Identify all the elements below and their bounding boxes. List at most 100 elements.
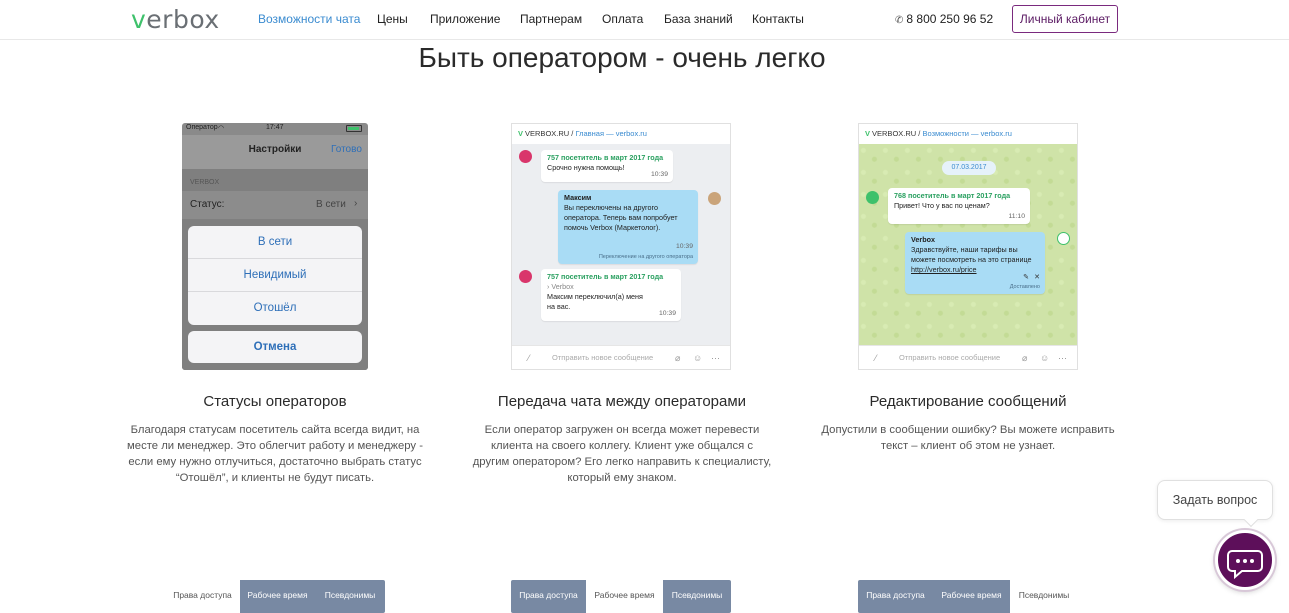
card-title-transfer: Передача чата между операторами <box>497 393 747 410</box>
message-header: 757 посетитель в март 2017 года <box>547 272 664 281</box>
message-text: Привет! Что у вас по ценам? <box>894 201 990 210</box>
tab-aliases[interactable]: Псевдонимы <box>663 580 731 613</box>
emoji-icon[interactable]: ☺ <box>693 346 702 370</box>
operator-avatar-icon <box>708 192 721 205</box>
tab-work-hours[interactable]: Рабочее время <box>586 580 663 613</box>
card-title-statuses: Статусы операторов <box>203 393 347 410</box>
ios-time: 17:47 <box>266 124 284 131</box>
page-title: Быть оператором - очень легко <box>418 42 826 73</box>
personal-account-button[interactable]: Личный кабинет <box>1012 5 1118 33</box>
phone-icon: ✆ <box>895 15 904 26</box>
quote-text: Verbox <box>551 282 574 291</box>
message-edit-screenshot: V VERBOX.RU / Возможности — verbox.ru 07.… <box>858 123 1078 370</box>
message-time: 10:39 <box>675 243 693 250</box>
emoji-icon[interactable]: ☺ <box>1040 346 1049 370</box>
ios-done-button[interactable]: Готово <box>331 144 362 155</box>
tab-access-rights[interactable]: Права доступа <box>511 580 586 613</box>
chat-bubble-icon <box>1227 550 1263 580</box>
nav-item-prices[interactable]: Цены <box>377 12 408 26</box>
chat-input-bar: ⁄ Отправить новое сообщение ⌀ ☺ ⋯ <box>859 345 1077 369</box>
settings-tabs: Права доступа Рабочее время Псевдонимы <box>165 580 385 613</box>
nav-item-features[interactable]: Возможности чата <box>258 12 360 26</box>
sheet-option-online[interactable]: В сети <box>188 226 362 259</box>
verbox-logo[interactable]: verbox <box>131 5 220 34</box>
wifi-icon: ◠ <box>218 125 225 132</box>
message-link[interactable]: http://verbox.ru/price <box>911 265 1039 275</box>
top-header: verbox Возможности чата Цены Приложение … <box>0 0 1289 40</box>
message-time: 11:10 <box>1008 213 1025 220</box>
chat-message: 757 посетитель в март 2017 года › Verbox… <box>541 269 681 321</box>
visitor-avatar-icon <box>519 150 532 163</box>
ios-carrier: Оператор <box>186 124 218 131</box>
tab-work-hours[interactable]: Рабочее время <box>240 580 315 613</box>
chat-link[interactable]: Главная — verbox.ru <box>575 129 646 138</box>
message-time: 10:39 <box>658 310 676 317</box>
chevron-right-icon: › <box>354 198 358 209</box>
operator-name: Максим <box>564 193 592 202</box>
chat-window-bar: V VERBOX.RU / Главная — verbox.ru <box>512 124 730 144</box>
ios-navbar: Настройки Готово <box>182 135 368 169</box>
message-input[interactable]: Отправить новое сообщение <box>552 346 653 370</box>
tab-access-rights[interactable]: Права доступа <box>165 580 240 613</box>
verbox-avatar-icon <box>1057 232 1070 245</box>
attach-icon[interactable]: ⌀ <box>1022 346 1027 370</box>
nav-item-payment[interactable]: Оплата <box>602 12 643 26</box>
message-text: Срочно нужна помощь! <box>547 163 625 172</box>
ios-status-label: Статус: <box>190 199 225 210</box>
message-text: Вы переключены на другого оператора. Теп… <box>564 203 678 232</box>
chat-site: VERBOX.RU <box>525 129 570 138</box>
chat-message: 768 посетитель в март 2017 года Привет! … <box>888 188 1030 224</box>
message-text: Здравствуйте, наши тарифы вы можете посм… <box>911 245 1032 264</box>
attach-icon[interactable]: ⌀ <box>675 346 680 370</box>
chat-widget-button[interactable] <box>1215 530 1275 590</box>
visitor-avatar-icon <box>866 191 879 204</box>
tab-aliases[interactable]: Псевдонимы <box>1010 580 1078 613</box>
card-title-editing: Редактирование сообщений <box>869 393 1067 410</box>
nav-item-partners[interactable]: Партнерам <box>520 12 582 26</box>
message-input[interactable]: Отправить новое сообщение <box>899 346 1000 370</box>
tab-aliases[interactable]: Псевдонимы <box>315 580 385 613</box>
nav-item-app[interactable]: Приложение <box>430 12 500 26</box>
magic-wand-icon[interactable]: ⁄ <box>528 346 530 370</box>
sheet-option-invisible[interactable]: Невидимый <box>188 259 362 292</box>
more-icon[interactable]: ⋯ <box>1058 346 1067 370</box>
ios-section-label: VERBOX <box>190 179 220 186</box>
more-icon[interactable]: ⋯ <box>711 346 720 370</box>
card-text-statuses: Благодаря статусам посетитель сайта всег… <box>127 424 423 484</box>
ios-action-sheet: В сети Невидимый Отошёл <box>188 226 362 325</box>
chat-link[interactable]: Возможности — verbox.ru <box>922 129 1011 138</box>
logo-text: erbox <box>146 5 220 34</box>
battery-icon <box>346 125 362 132</box>
message-text: Максим переключил(а) меня на вас. <box>547 292 643 311</box>
verbox-mark-icon: V <box>518 129 524 138</box>
nav-item-knowledge-base[interactable]: База знаний <box>664 12 733 26</box>
phone-number[interactable]: ✆ 8 800 250 96 52 <box>895 12 993 26</box>
ios-cancel-button[interactable]: Отмена <box>188 331 362 363</box>
delivery-status: Доставлено <box>1009 284 1040 290</box>
chat-transfer-screenshot: V VERBOX.RU / Главная — verbox.ru 757 пос… <box>511 123 731 370</box>
chat-sep: / <box>918 129 921 138</box>
card-text-editing: Допустили в сообщении ошибку? Вы можете … <box>821 424 1115 452</box>
magic-wand-icon[interactable]: ⁄ <box>875 346 877 370</box>
chat-message-operator: Максим Вы переключены на другого операто… <box>558 190 698 264</box>
chat-sep: / <box>571 129 574 138</box>
visitor-avatar-icon <box>519 270 532 283</box>
ios-status-row[interactable]: Статус: В сети › <box>182 191 368 219</box>
ios-status-value: В сети <box>316 199 346 210</box>
chat-input-bar: ⁄ Отправить новое сообщение ⌀ ☺ ⋯ <box>512 345 730 369</box>
tab-access-rights[interactable]: Права доступа <box>858 580 933 613</box>
sheet-option-away[interactable]: Отошёл <box>188 292 362 325</box>
chat-message-operator: Verbox Здравствуйте, наши тарифы вы може… <box>905 232 1045 294</box>
message-header: 757 посетитель в март 2017 года <box>547 153 664 162</box>
ask-question-bubble[interactable]: Задать вопрос <box>1157 480 1273 520</box>
settings-tabs: Права доступа Рабочее время Псевдонимы <box>858 580 1078 613</box>
message-header: 768 посетитель в март 2017 года <box>894 191 1011 200</box>
nav-item-contacts[interactable]: Контакты <box>752 12 804 26</box>
settings-tabs: Права доступа Рабочее время Псевдонимы <box>511 580 731 613</box>
tab-work-hours[interactable]: Рабочее время <box>933 580 1010 613</box>
chat-site: VERBOX.RU <box>872 129 917 138</box>
ios-statusbar: Оператор ◠ 17:47 <box>182 123 368 135</box>
verbox-mark-icon: V <box>865 129 871 138</box>
card-text-transfer: Если оператор загружен он всегда может п… <box>472 424 772 484</box>
operator-name: Verbox <box>911 235 935 244</box>
